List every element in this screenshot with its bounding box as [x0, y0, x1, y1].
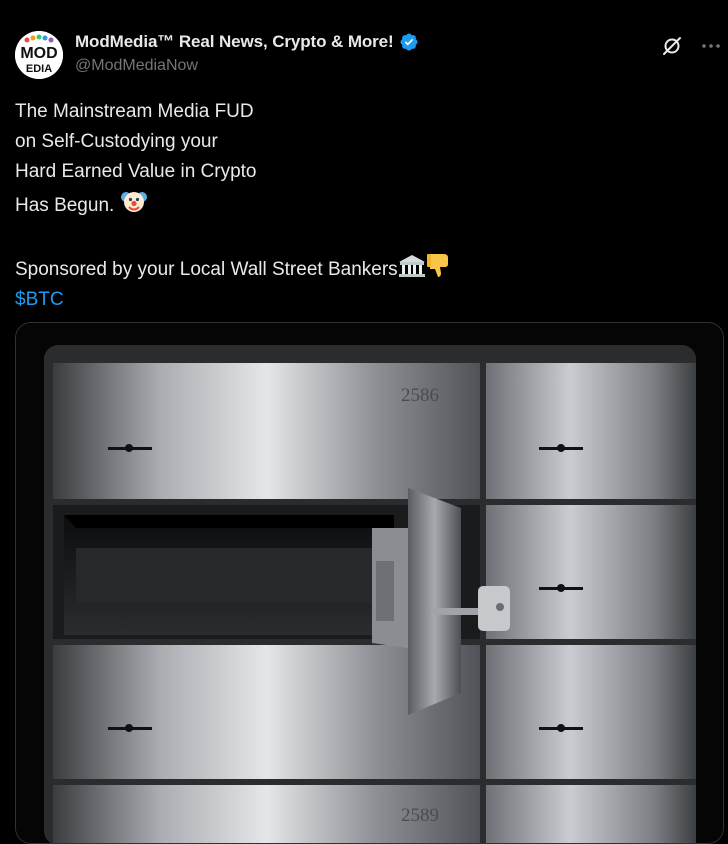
sponsor-text: Sponsored by your Local Wall Street Bank… [15, 259, 398, 280]
bank-building-emoji [398, 255, 425, 277]
tweet-text: The Mainstream Media FUD on Self-Custody… [15, 97, 535, 315]
verified-badge-icon[interactable] [399, 32, 419, 52]
box-number-2586: 2586 [401, 385, 439, 406]
box-number-2589: 2589 [401, 805, 439, 826]
display-name[interactable]: ModMedia™ Real News, Crypto & More! [75, 32, 394, 52]
avatar-text-top: MOD [20, 45, 57, 62]
tweet-line-2: on Self-Custodying your [15, 131, 218, 152]
thumbs-down-emoji [426, 254, 448, 277]
avatar-text-bottom: EDIA [26, 63, 52, 75]
clown-face-emoji [120, 192, 147, 212]
cashtag-btc[interactable]: $BTC [15, 289, 64, 310]
tweet-line-4-text: Has Begun. [15, 195, 115, 216]
safe-deposit-boxes-image: 2586 2589 [16, 323, 723, 843]
avatar[interactable]: MOD EDIA [15, 31, 63, 79]
more-icon[interactable] [699, 34, 723, 58]
modmedia-logo: MOD EDIA [15, 31, 63, 79]
tweet-line-4: Has Begun. [15, 187, 535, 221]
grok-icon[interactable] [660, 34, 684, 58]
tweet-media[interactable]: 2586 2589 [15, 322, 724, 844]
tweet-line-3: Hard Earned Value in Crypto [15, 161, 257, 182]
author-block: ModMedia™ Real News, Crypto & More! @Mod… [75, 32, 419, 75]
handle[interactable]: @ModMediaNow [75, 57, 419, 75]
tweet-sponsor-line: Sponsored by your Local Wall Street Bank… [15, 251, 535, 285]
tweet-cashtag-line: $BTC [15, 285, 535, 315]
tweet-line-1: The Mainstream Media FUD [15, 101, 254, 122]
